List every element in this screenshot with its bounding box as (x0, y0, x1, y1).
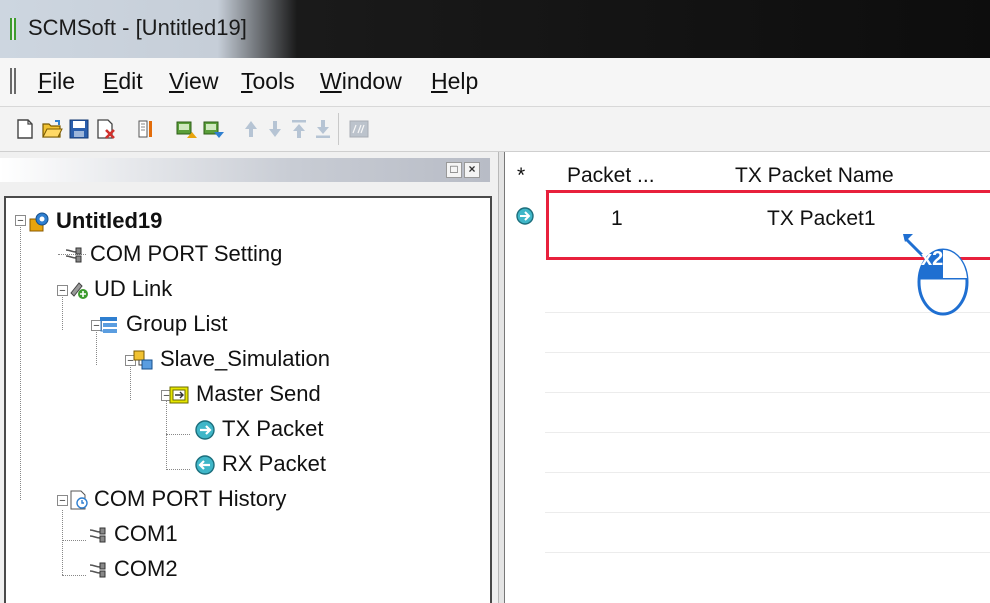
close-file-icon[interactable] (95, 118, 117, 140)
project-panel: □ × − − − − − − Untitled19 COM PORT Sett… (0, 152, 498, 603)
tx-packet-icon (515, 206, 535, 226)
toolbar (0, 107, 990, 152)
tree-connector (166, 400, 167, 470)
double-click-label: x2 (921, 248, 944, 270)
menu-window[interactable]: Window (320, 68, 402, 95)
row-divider (545, 552, 990, 553)
close-panel-button[interactable]: × (464, 162, 480, 178)
move-top-icon[interactable] (288, 118, 310, 140)
rx-packet-icon (194, 454, 216, 476)
double-click-marker: x2 (903, 232, 973, 324)
save-icon[interactable] (68, 118, 90, 140)
move-down-icon[interactable] (264, 118, 286, 140)
tree-connector (96, 330, 97, 365)
project-icon (28, 211, 50, 233)
restore-panel-button[interactable]: □ (446, 162, 462, 178)
title-bar: SCMSoft - [Untitled19] (0, 0, 990, 58)
tree-connector (20, 225, 21, 500)
panel-header[interactable] (0, 158, 490, 182)
menu-edit[interactable]: Edit (103, 68, 143, 95)
script-icon[interactable] (348, 118, 370, 140)
com-port-icon (86, 559, 108, 581)
history-icon (68, 489, 90, 511)
ud-link-icon (68, 279, 90, 301)
column-header-marker[interactable]: * (517, 164, 525, 188)
row-divider (545, 352, 990, 353)
tree-connector (166, 434, 190, 435)
tx-packet-icon (194, 419, 216, 441)
column-header-tx-packet-name[interactable]: TX Packet Name (735, 164, 894, 188)
menu-help[interactable]: Help (431, 68, 478, 95)
download-icon[interactable] (202, 118, 224, 140)
tree-connector (130, 365, 131, 400)
upload-icon[interactable] (175, 118, 197, 140)
tree-connector (62, 540, 86, 541)
menu-tools[interactable]: Tools (241, 68, 295, 95)
collapse-toggle[interactable]: − (15, 215, 26, 227)
menu-bar: File Edit View Tools Window Help (0, 58, 990, 107)
row-divider (545, 472, 990, 473)
menu-grip-icon[interactable] (10, 68, 17, 94)
new-file-icon[interactable] (14, 118, 36, 140)
move-bottom-icon[interactable] (312, 118, 334, 140)
row-divider (545, 392, 990, 393)
column-header-packet-no[interactable]: Packet ... (567, 164, 655, 188)
tool-icon[interactable] (134, 118, 156, 140)
menu-view[interactable]: View (169, 68, 218, 95)
master-send-icon (168, 384, 190, 406)
app-icon (10, 18, 16, 40)
toolbar-separator (338, 113, 339, 145)
tree-connector (166, 469, 190, 470)
tree-connector (62, 295, 63, 330)
tree-connector (62, 510, 63, 575)
tree-connector (62, 575, 86, 576)
window-title: SCMSoft - [Untitled19] (28, 15, 247, 40)
collapse-toggle[interactable]: − (57, 285, 68, 297)
app-window: SCMSoft - [Untitled19] File Edit View To… (0, 0, 990, 603)
move-up-icon[interactable] (240, 118, 262, 140)
row-divider (545, 512, 990, 513)
collapse-toggle[interactable]: − (57, 495, 68, 507)
menu-file[interactable]: File (38, 68, 75, 95)
row-divider (545, 432, 990, 433)
com-port-icon (86, 524, 108, 546)
project-tree: − − − − − − Untitled19 COM PORT Setting … (4, 196, 492, 603)
com-port-icon (62, 244, 84, 266)
packet-list-panel: * Packet ... TX Packet Name 1 TX Packet1 (504, 152, 990, 603)
slave-icon (132, 349, 154, 371)
group-list-icon (98, 314, 120, 336)
open-folder-icon[interactable] (41, 118, 63, 140)
